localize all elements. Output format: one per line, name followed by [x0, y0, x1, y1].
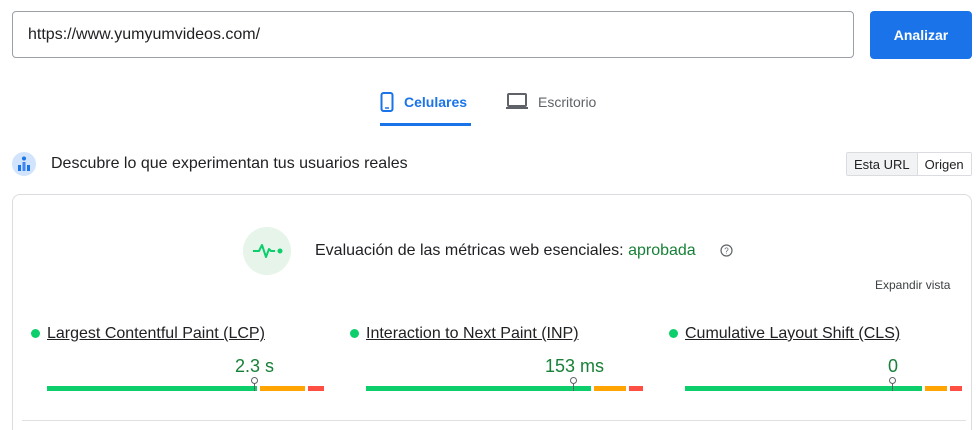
origin-button[interactable]: Origen [917, 153, 971, 175]
pulse-icon [243, 227, 291, 275]
laptop-icon [506, 92, 528, 115]
metric-cls: Cumulative Layout Shift (CLS) 0 [669, 322, 962, 394]
segment-good [366, 386, 591, 391]
segment-poor [950, 386, 962, 391]
segment-needs-improvement [260, 386, 305, 391]
field-data-icon [12, 152, 36, 176]
expand-view-link[interactable]: Expandir vista [875, 277, 950, 293]
distribution-bar [685, 377, 962, 391]
metric-value: 2.3 s [235, 356, 275, 376]
card-divider [22, 420, 966, 421]
url-origin-toggle: Esta URL Origen [846, 152, 972, 176]
distribution-bar [47, 377, 324, 391]
url-input[interactable] [12, 11, 854, 58]
status-dot [669, 329, 678, 338]
percentile-marker [251, 377, 258, 391]
distribution-bar [366, 377, 643, 391]
smartphone-icon [380, 92, 394, 117]
field-data-card [12, 194, 972, 430]
metric-name[interactable]: Cumulative Layout Shift (CLS) [685, 323, 900, 345]
tab-desktop-label: Escritorio [538, 94, 597, 110]
segment-needs-improvement [925, 386, 947, 391]
status-dot [350, 329, 359, 338]
segment-poor [629, 386, 643, 391]
analyze-button[interactable]: Analizar [870, 11, 972, 59]
assessment-label: Evaluación de las métricas web esenciale… [315, 242, 624, 259]
segment-poor [308, 386, 324, 391]
segment-good [47, 386, 257, 391]
percentile-marker [889, 377, 896, 391]
metric-lcp: Largest Contentful Paint (LCP) 2.3 s [31, 322, 324, 394]
metric-name[interactable]: Largest Contentful Paint (LCP) [47, 323, 265, 345]
tab-desktop[interactable]: Escritorio [506, 84, 596, 126]
tab-mobile-label: Celulares [404, 94, 468, 110]
segment-good [685, 386, 922, 391]
assessment-text: Evaluación de las métricas web esenciale… [315, 240, 696, 262]
metric-name[interactable]: Interaction to Next Paint (INP) [366, 323, 579, 345]
percentile-marker [570, 377, 577, 391]
metric-value: 153 ms [545, 356, 605, 376]
help-icon[interactable]: ? [720, 244, 733, 262]
status-dot [31, 329, 40, 338]
section-title: Descubre lo que experimentan tus usuario… [51, 155, 408, 172]
this-url-button[interactable]: Esta URL [847, 153, 918, 175]
tab-mobile[interactable]: Celulares [380, 84, 471, 126]
metric-inp: Interaction to Next Paint (INP) 153 ms [350, 322, 643, 394]
segment-needs-improvement [594, 386, 626, 391]
metric-value: 0 [888, 356, 899, 376]
assessment-status: aprobada [628, 242, 696, 259]
svg-text:?: ? [724, 247, 729, 256]
